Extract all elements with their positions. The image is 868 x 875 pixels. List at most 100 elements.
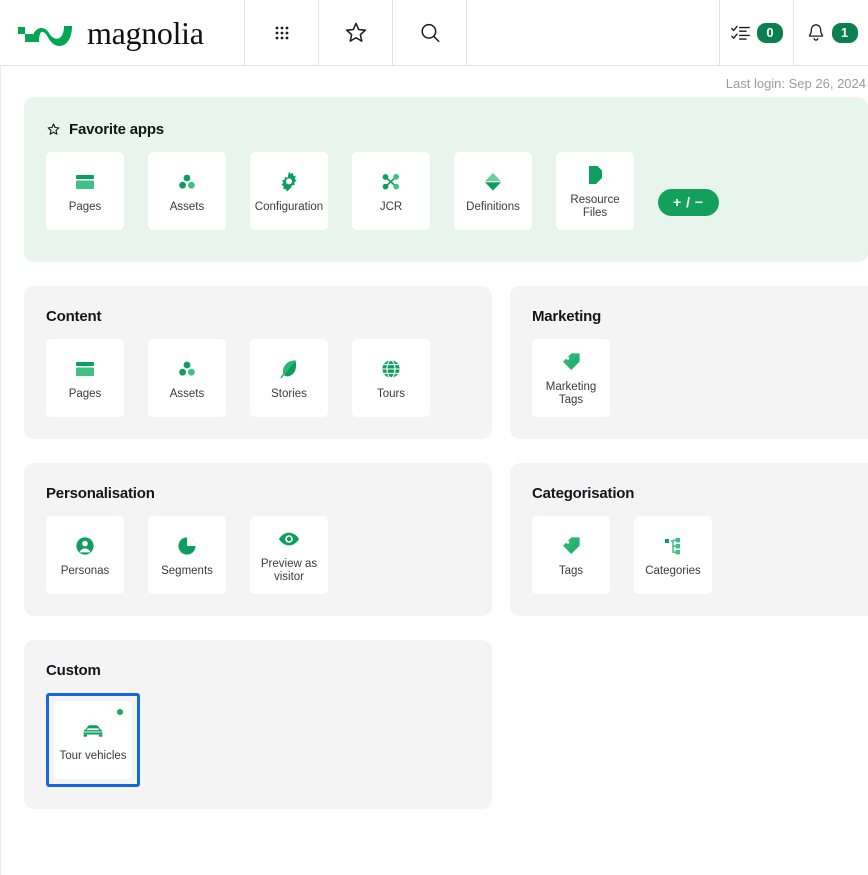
- app-tile-label: Pages: [68, 200, 102, 213]
- section-title-row: Favorite apps: [46, 121, 848, 138]
- section-title-row: Marketing: [532, 308, 868, 325]
- app-tile-stories[interactable]: Stories: [250, 339, 328, 417]
- app-tile-label: Preview as visitor: [260, 558, 318, 583]
- app-tiles-marketing: Marketing Tags: [532, 339, 868, 417]
- tag-icon: [559, 349, 583, 375]
- assets-icon: [175, 169, 199, 195]
- app-tile-label: Tours: [376, 387, 406, 400]
- status-dot-badge: [117, 709, 123, 715]
- app-tile-label: Resource Files: [570, 194, 620, 219]
- logo[interactable]: magnolia: [0, 0, 245, 65]
- app-tile-resource-files[interactable]: Resource Files: [556, 152, 634, 230]
- leaf-icon: [277, 356, 301, 382]
- app-tile-label: Configuration: [254, 200, 324, 213]
- search-icon: [420, 23, 439, 42]
- app-tiles-personalisation: Personas Segments Preview as visitor: [46, 516, 472, 594]
- tag-icon: [559, 533, 583, 559]
- section-title: Personalisation: [46, 485, 155, 502]
- car-icon: [80, 718, 106, 744]
- app-tiles-categorisation: Tags Categories: [532, 516, 868, 594]
- app-tile-label: Segments: [161, 564, 213, 577]
- pages-icon: [73, 169, 97, 195]
- gear-icon: [277, 169, 301, 195]
- app-tile-configuration[interactable]: Configuration: [250, 152, 328, 230]
- tree-structure-icon: [661, 533, 685, 559]
- tasks-button[interactable]: 0: [720, 0, 794, 65]
- app-tile-label: Marketing Tags: [545, 381, 597, 406]
- section-title-row: Content: [46, 308, 472, 325]
- app-tile-assets[interactable]: Assets: [148, 152, 226, 230]
- app-tile-categories[interactable]: Categories: [634, 516, 712, 594]
- main-content: Last login: Sep 26, 2024 Favorite apps P…: [0, 66, 868, 875]
- app-tile-label: Stories: [271, 387, 307, 400]
- favorites-button[interactable]: [319, 0, 393, 65]
- app-tile-label: JCR: [379, 200, 403, 213]
- section-title: Categorisation: [532, 485, 635, 502]
- app-tile-personas[interactable]: Personas: [46, 516, 124, 594]
- app-tile-tours[interactable]: Tours: [352, 339, 430, 417]
- logo-wordmark: magnolia: [87, 14, 204, 51]
- app-header: magnolia 0 1: [0, 0, 868, 66]
- pages-icon: [73, 356, 97, 382]
- section-content: Content Pages Assets Stories Tours: [24, 286, 492, 439]
- app-tiles-content: Pages Assets Stories Tours: [46, 339, 472, 417]
- app-tile-label: Tags: [558, 564, 584, 577]
- app-tile-jcr[interactable]: JCR: [352, 152, 430, 230]
- section-title: Content: [46, 308, 102, 325]
- apps-grid-icon: [275, 26, 288, 39]
- app-tiles-favorite: Pages Assets Configuration JCR Definitio…: [46, 152, 848, 230]
- app-tile-label: Categories: [645, 564, 701, 577]
- app-tile-pages[interactable]: Pages: [46, 152, 124, 230]
- globe-icon: [379, 356, 403, 382]
- star-icon: [47, 123, 60, 135]
- section-favorite-apps: Favorite apps Pages Assets Configuration…: [24, 97, 868, 262]
- star-icon: [345, 22, 366, 42]
- row-personalisation-categorisation: Personalisation Personas Segments Previe…: [2, 463, 868, 616]
- app-tiles-custom: Tour vehicles: [46, 693, 472, 787]
- definitions-diamond-icon: [481, 169, 505, 195]
- row-custom: Custom Tour vehicles: [2, 640, 868, 809]
- app-tile-label: Assets: [169, 200, 205, 213]
- app-tile-tags[interactable]: Tags: [532, 516, 610, 594]
- jcr-nodes-icon: [379, 169, 403, 195]
- app-tile-definitions[interactable]: Definitions: [454, 152, 532, 230]
- header-spacer: [467, 0, 720, 65]
- magnolia-logo-icon: [18, 25, 72, 46]
- tasks-count-badge: 0: [757, 22, 783, 43]
- section-custom: Custom Tour vehicles: [24, 640, 492, 809]
- app-tile-label: Assets: [169, 387, 205, 400]
- section-title-row: Personalisation: [46, 485, 472, 502]
- notifications-count-badge: 1: [831, 22, 858, 43]
- app-tile-preview-as-visitor[interactable]: Preview as visitor: [250, 516, 328, 594]
- tasks-checklist-icon: [731, 25, 750, 40]
- app-tile-focus-ring: Tour vehicles: [46, 693, 140, 787]
- last-login-text: Last login: Sep 26, 2024: [725, 76, 866, 91]
- row-content-marketing: Content Pages Assets Stories Tours Marke…: [2, 286, 868, 439]
- section-personalisation: Personalisation Personas Segments Previe…: [24, 463, 492, 616]
- section-title: Marketing: [532, 308, 602, 325]
- app-tile-tour-vehicles[interactable]: Tour vehicles: [54, 701, 132, 779]
- apps-launcher-button[interactable]: [245, 0, 319, 65]
- app-tile-label: Personas: [60, 564, 110, 577]
- section-title: Custom: [46, 662, 101, 679]
- section-title-row: Custom: [46, 662, 472, 679]
- app-tile-label: Pages: [68, 387, 102, 400]
- section-title-row: Categorisation: [532, 485, 868, 502]
- resource-files-icon: [583, 162, 607, 188]
- app-tile-label: Definitions: [466, 200, 520, 213]
- section-title: Favorite apps: [69, 121, 164, 138]
- app-tile-label: Tour vehicles: [59, 749, 127, 762]
- app-tile-segments[interactable]: Segments: [148, 516, 226, 594]
- app-tile-marketing-tags[interactable]: Marketing Tags: [532, 339, 610, 417]
- notifications-button[interactable]: 1: [794, 0, 868, 65]
- pie-chart-icon: [175, 533, 199, 559]
- app-tile-assets[interactable]: Assets: [148, 339, 226, 417]
- eye-icon: [277, 526, 301, 552]
- section-categorisation: Categorisation Tags Categories: [510, 463, 868, 616]
- person-circle-icon: [73, 533, 97, 559]
- search-button[interactable]: [393, 0, 467, 65]
- section-marketing: Marketing Marketing Tags: [510, 286, 868, 439]
- edit-favorites-button[interactable]: + / −: [658, 188, 719, 216]
- assets-icon: [175, 356, 199, 382]
- app-tile-pages[interactable]: Pages: [46, 339, 124, 417]
